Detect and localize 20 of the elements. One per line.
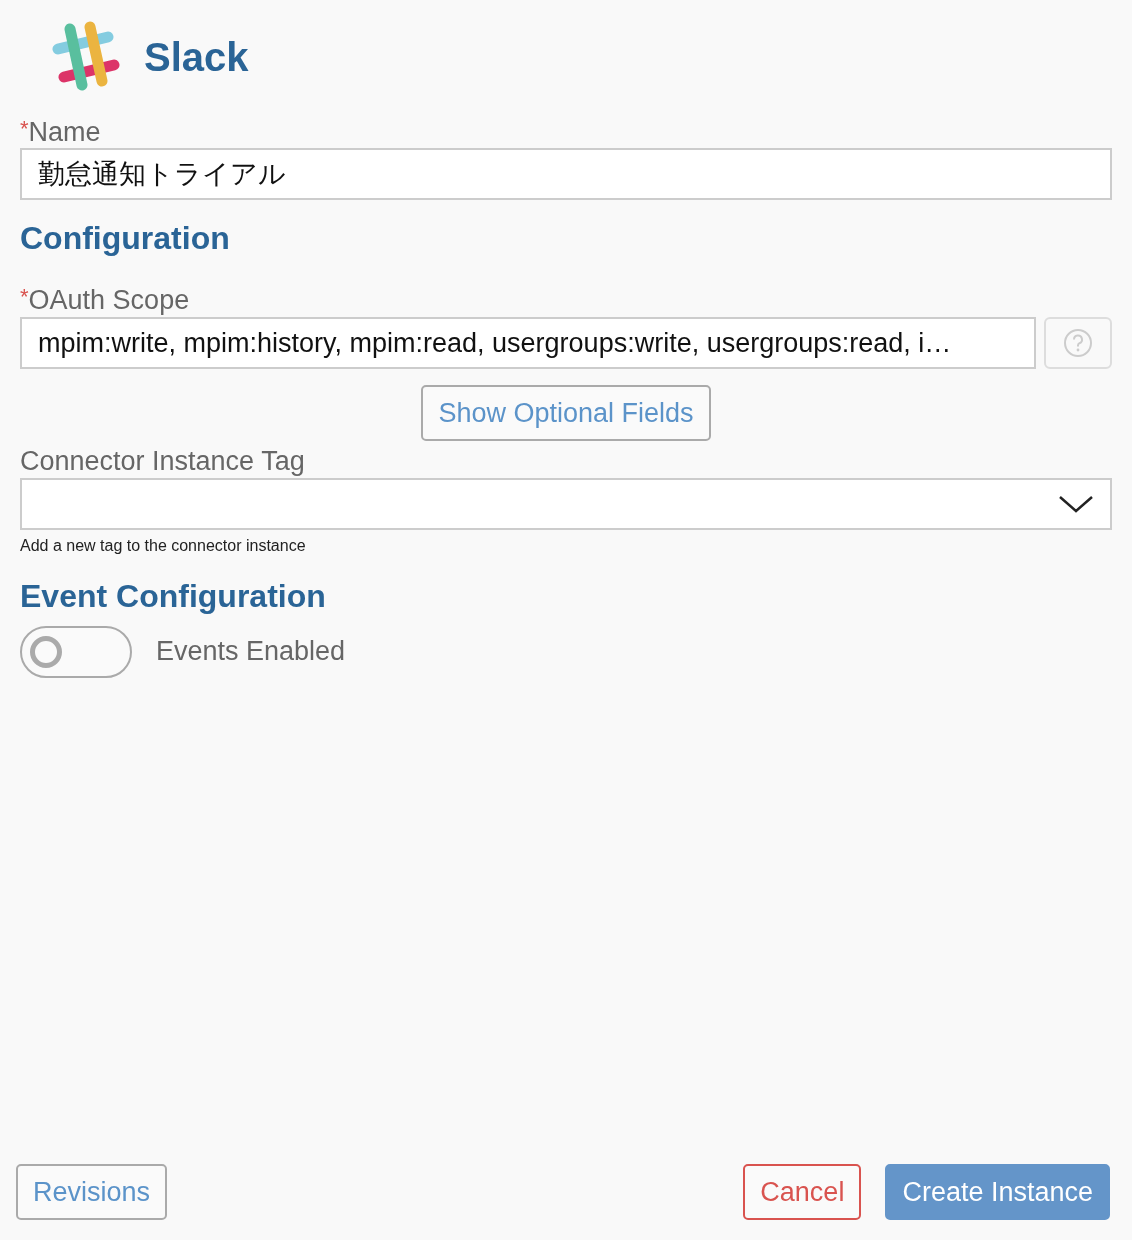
- field-label: *OAuth Scope: [20, 284, 190, 317]
- footer-button[interactable]: Create Instance: [885, 1163, 1110, 1220]
- tag-select[interactable]: [20, 477, 1112, 530]
- field-label: Connector Instance Tag: [20, 445, 305, 478]
- help-text: Add a new tag to the connector instance: [20, 535, 306, 556]
- toggle-label: Events Enabled: [156, 635, 346, 668]
- toggle-switch[interactable]: [20, 625, 132, 678]
- input-field[interactable]: mpim:write, mpim:history, mpim:read, usergroups:write, usergroups:read, i…: [20, 316, 1036, 369]
- show-optional-fields-button[interactable]: Show Optional Fields: [421, 384, 711, 442]
- input-field[interactable]: 勤怠通知トライアル: [20, 148, 1112, 201]
- footer-button[interactable]: Cancel: [743, 1163, 862, 1220]
- field-label: *Name: [20, 116, 101, 149]
- app-title: Slack: [144, 34, 249, 81]
- section-heading: Event Configuration: [20, 576, 327, 616]
- hash-logo-icon: [50, 21, 122, 93]
- section-heading: Configuration: [20, 219, 231, 259]
- help-icon: [1063, 327, 1093, 358]
- help-button[interactable]: [1044, 316, 1112, 369]
- chevron-down-icon: [1058, 493, 1094, 514]
- footer-button[interactable]: Revisions: [16, 1163, 168, 1220]
